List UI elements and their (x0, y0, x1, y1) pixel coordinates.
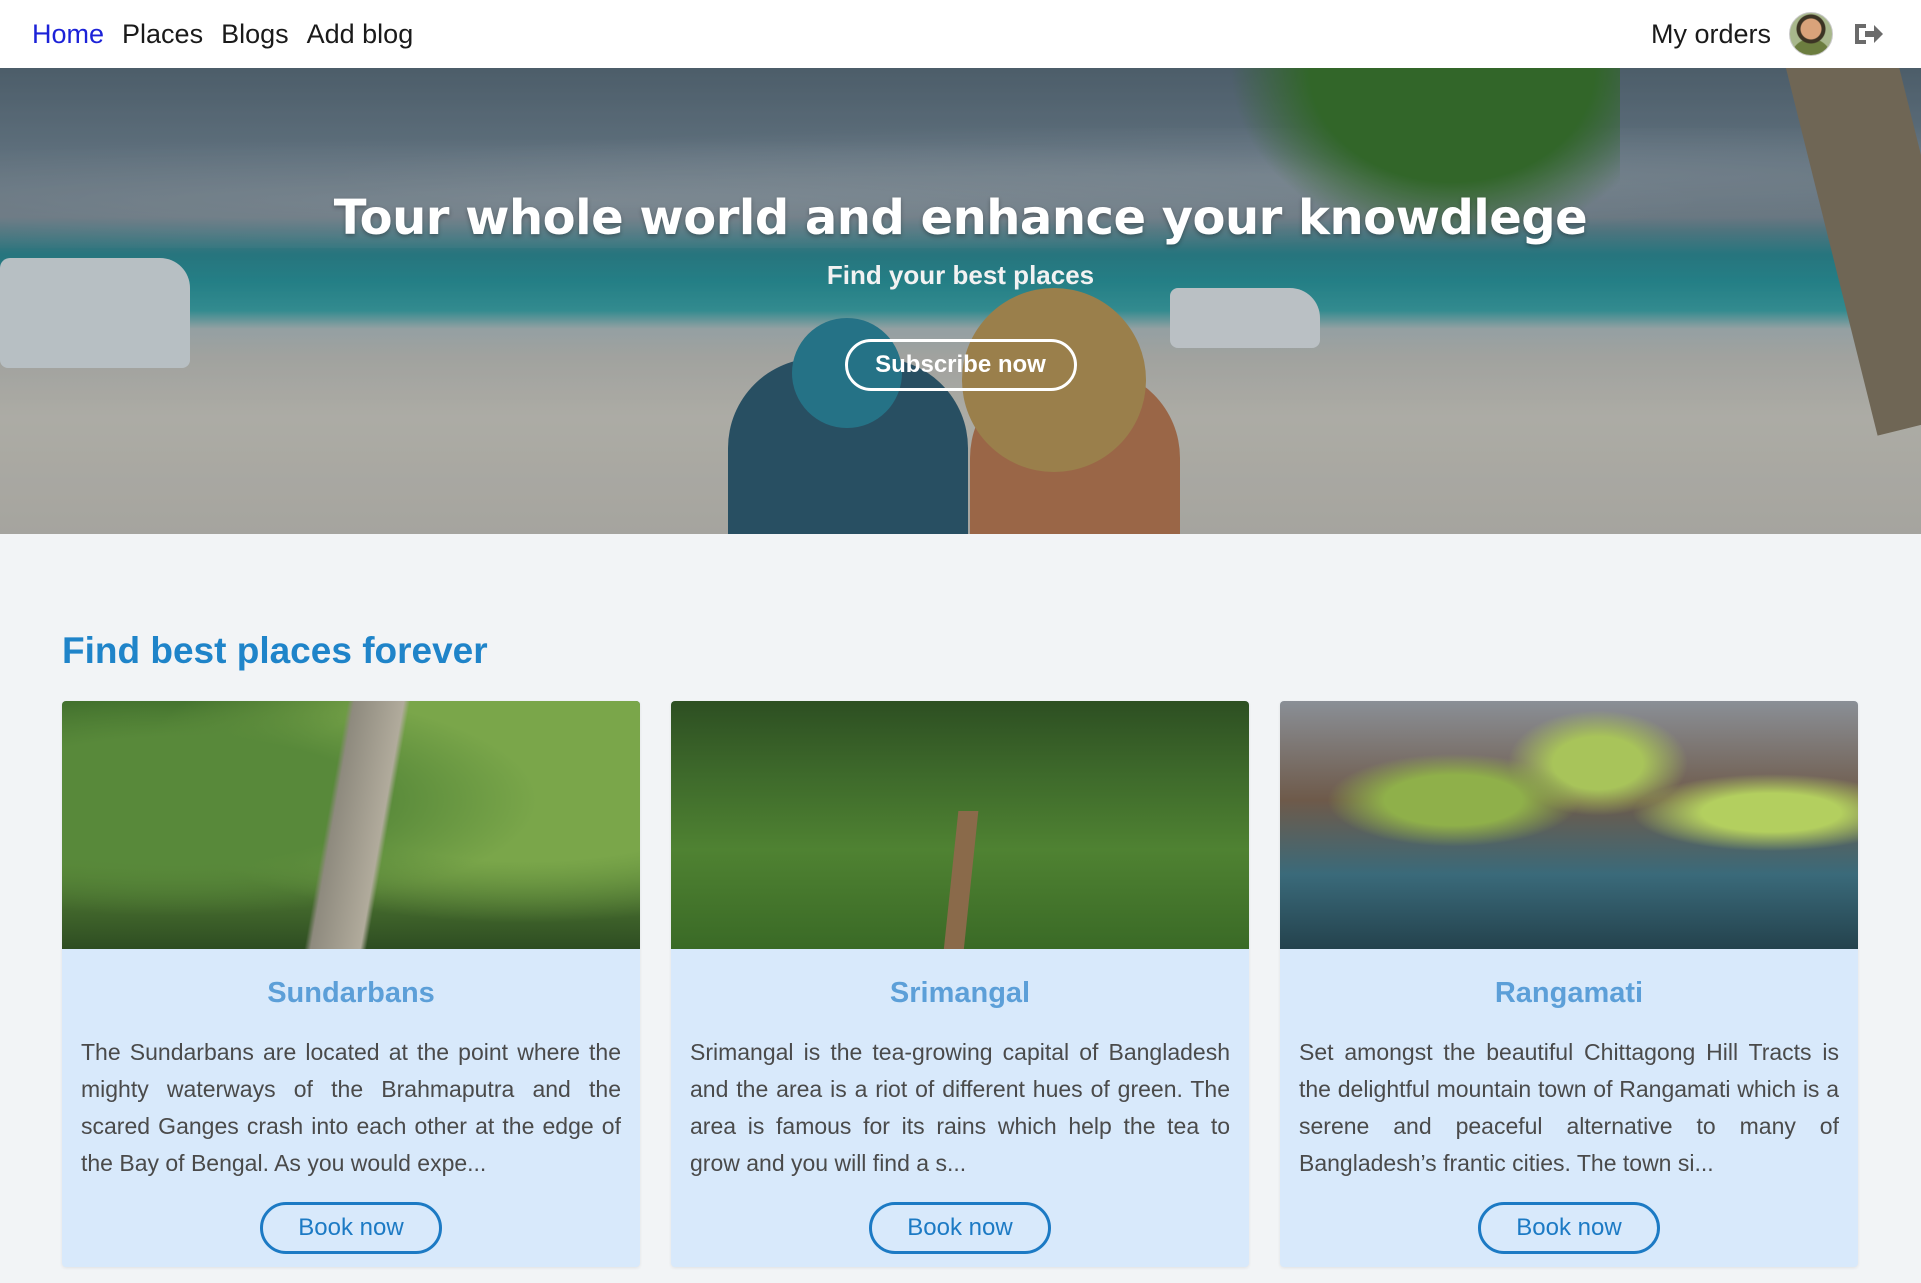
user-avatar[interactable] (1789, 12, 1833, 56)
nav-link-home[interactable]: Home (32, 19, 104, 50)
place-image (671, 701, 1249, 949)
nav-link-add-blog[interactable]: Add blog (307, 19, 414, 50)
nav-link-blogs[interactable]: Blogs (221, 19, 289, 50)
section-title: Find best places forever (62, 630, 488, 671)
places-grid: Sundarbans The Sundarbans are located at… (62, 701, 1859, 1267)
nav-link-my-orders[interactable]: My orders (1651, 19, 1771, 50)
place-description: Srimangal is the tea-growing capital of … (690, 1039, 1230, 1176)
hero-title: Tour whole world and enhance your knowdl… (333, 190, 1588, 246)
hero-content: Tour whole world and enhance your knowdl… (0, 68, 1921, 534)
nav-link-places[interactable]: Places (122, 19, 203, 50)
nav-user-area: My orders (1651, 12, 1885, 56)
place-card: Sundarbans The Sundarbans are located at… (62, 701, 640, 1267)
place-image (62, 701, 640, 949)
sign-out-icon[interactable] (1851, 19, 1885, 49)
place-card: Rangamati Set amongst the beautiful Chit… (1280, 701, 1858, 1267)
place-image (1280, 701, 1858, 949)
book-now-button[interactable]: Book now (869, 1202, 1051, 1254)
hero-banner: Tour whole world and enhance your knowdl… (0, 68, 1921, 534)
place-title: Sundarbans (267, 977, 435, 1009)
nav-links: Home Places Blogs Add blog (32, 19, 413, 50)
book-now-button[interactable]: Book now (260, 1202, 442, 1254)
top-navbar: Home Places Blogs Add blog My orders (0, 0, 1921, 68)
place-card: Srimangal Srimangal is the tea-growing c… (671, 701, 1249, 1267)
place-title: Rangamati (1494, 977, 1644, 1009)
place-description: Set amongst the beautiful Chittagong Hil… (1299, 1039, 1839, 1176)
hero-subtitle: Find your best places (826, 260, 1095, 290)
subscribe-button[interactable]: Subscribe now (844, 339, 1077, 391)
place-description: The Sundarbans are located at the point … (81, 1039, 621, 1176)
book-now-button[interactable]: Book now (1478, 1202, 1660, 1254)
place-title: Srimangal (889, 977, 1031, 1009)
